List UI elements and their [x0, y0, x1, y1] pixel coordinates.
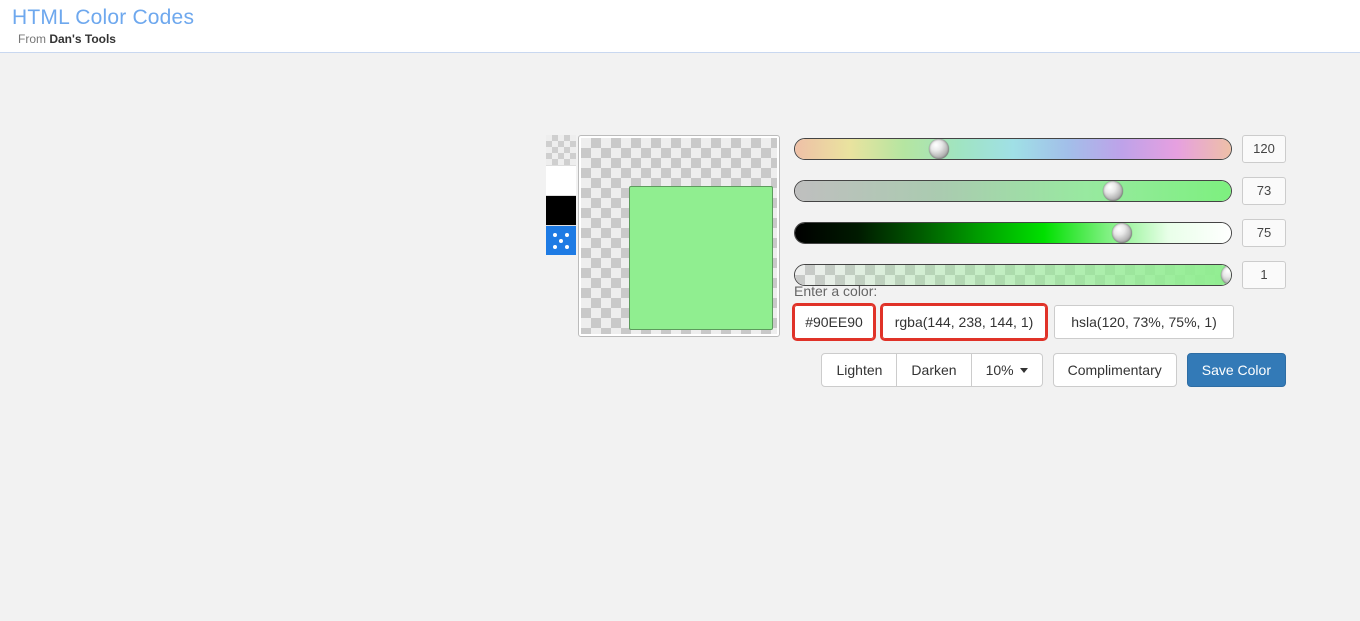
topbar: HTML Color Codes From Dan's Tools	[0, 0, 1360, 53]
swatch-column	[546, 135, 576, 255]
swatch-black[interactable]	[546, 195, 576, 225]
alpha-value[interactable]: 1	[1242, 261, 1286, 289]
subtitle: From Dan's Tools	[12, 32, 1348, 46]
sat-knob[interactable]	[1103, 181, 1123, 201]
sat-value[interactable]: 73	[1242, 177, 1286, 205]
percent-label: 10%	[986, 362, 1014, 378]
darken-button[interactable]: Darken	[897, 353, 971, 387]
hue-row: 120	[794, 135, 1286, 163]
sat-track[interactable]	[794, 180, 1232, 202]
hue-knob[interactable]	[929, 139, 949, 159]
sliders: 120 73 75	[794, 135, 1286, 303]
hue-value[interactable]: 120	[1242, 135, 1286, 163]
save-color-button[interactable]: Save Color	[1187, 353, 1286, 387]
lum-value[interactable]: 75	[1242, 219, 1286, 247]
hex-input[interactable]	[794, 305, 874, 339]
complimentary-button[interactable]: Complimentary	[1053, 353, 1177, 387]
caret-down-icon	[1020, 368, 1028, 373]
dice-icon	[553, 233, 569, 249]
sat-row: 73	[794, 177, 1286, 205]
preview-checker	[581, 138, 777, 334]
rgba-input[interactable]	[882, 305, 1046, 339]
percent-dropdown[interactable]: 10%	[972, 353, 1043, 387]
lum-track[interactable]	[794, 222, 1232, 244]
lighten-button[interactable]: Lighten	[821, 353, 897, 387]
hsla-input[interactable]	[1054, 305, 1234, 339]
hue-track[interactable]	[794, 138, 1232, 160]
page-title[interactable]: HTML Color Codes	[12, 6, 1348, 30]
lighten-darken-group: Lighten Darken 10%	[821, 353, 1042, 387]
from-label: From	[18, 32, 49, 46]
lum-knob[interactable]	[1112, 223, 1132, 243]
lum-row: 75	[794, 219, 1286, 247]
preview-wrap	[578, 135, 780, 337]
enter-color-label: Enter a color:	[794, 283, 877, 299]
swatch-transparent[interactable]	[546, 135, 576, 165]
stage: 120 73 75	[0, 53, 1360, 621]
swatch-random[interactable]	[546, 225, 576, 255]
preview-color[interactable]	[629, 186, 773, 330]
actions: Lighten Darken 10% Complimentary Save Co…	[794, 353, 1286, 387]
color-inputs	[794, 305, 1234, 339]
swatch-white[interactable]	[546, 165, 576, 195]
dans-tools-link[interactable]: Dan's Tools	[49, 32, 116, 46]
